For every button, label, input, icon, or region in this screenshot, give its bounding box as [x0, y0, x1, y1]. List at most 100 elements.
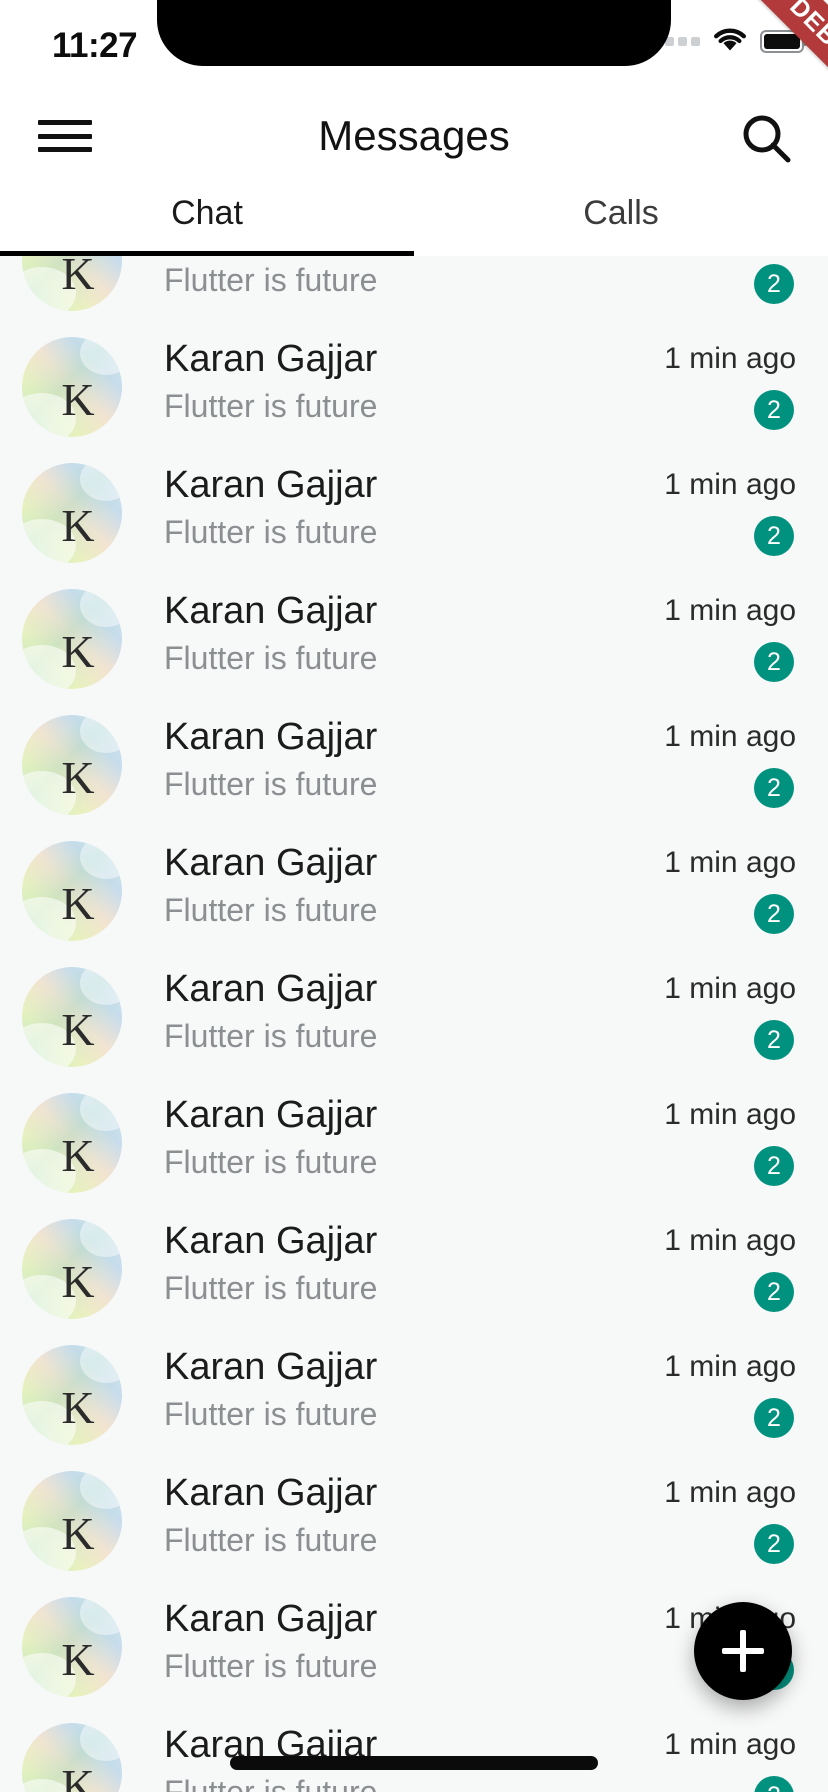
contact-name: Karan Gajjar [164, 1472, 378, 1514]
message-timestamp: 1 min ago [664, 342, 796, 375]
last-message: Flutter is future [164, 892, 378, 928]
message-timestamp: 1 min ago [664, 1098, 796, 1131]
last-message: Flutter is future [164, 262, 378, 298]
unread-badge: 2 [754, 516, 794, 556]
avatar[interactable]: K [22, 1471, 122, 1571]
unread-badge: 2 [754, 1524, 794, 1564]
avatar[interactable]: K [22, 967, 122, 1067]
contact-name: Karan Gajjar [164, 1346, 378, 1388]
chat-list-item[interactable]: K Karan Gajjar Flutter is future 1 min ago 2 [0, 1332, 828, 1458]
last-message: Flutter is future [164, 1522, 378, 1558]
unread-badge: 2 [754, 894, 794, 934]
avatar[interactable]: K [22, 463, 122, 563]
device-notch [157, 0, 671, 66]
contact-name: Karan Gajjar [164, 590, 378, 632]
contact-name: Karan Gajjar [164, 464, 378, 506]
battery-icon [760, 29, 807, 53]
contact-name: Karan Gajjar [164, 1094, 378, 1136]
message-timestamp: 1 min ago [664, 1476, 796, 1509]
avatar-letter: K [61, 256, 95, 299]
avatar[interactable]: K [22, 337, 122, 437]
status-time: 11:27 [52, 26, 138, 65]
search-icon[interactable] [738, 110, 794, 166]
new-chat-fab[interactable] [694, 1602, 792, 1700]
contact-name: Karan Gajjar [164, 1220, 378, 1262]
chat-list-item[interactable]: K Karan Gajjar Flutter is future 1 min ago 2 [0, 1458, 828, 1584]
unread-badge: 2 [754, 1776, 794, 1792]
last-message: Flutter is future [164, 1396, 378, 1432]
message-timestamp: 1 min ago [664, 1350, 796, 1383]
avatar-letter: K [61, 373, 95, 425]
contact-name: Karan Gajjar [164, 1598, 378, 1640]
last-message: Flutter is future [164, 1018, 378, 1054]
avatar-letter: K [61, 1759, 95, 1792]
chat-list-item[interactable]: KKaran GajjarFlutter is future1 min ago2 [0, 576, 828, 702]
avatar-letter: K [61, 1507, 95, 1559]
chat-list-inner: K Karan Gajjar Flutter is future 1 min ago 2… [0, 256, 828, 1792]
message-timestamp: 1 min ago [664, 1728, 796, 1761]
chat-list-item[interactable]: KKaran GajjarFlutter is future1 min ago2 [0, 324, 828, 450]
avatar-letter: K [61, 1129, 95, 1181]
avatar[interactable]: K [22, 589, 122, 689]
avatar[interactable]: K [22, 256, 122, 311]
avatar-letter: K [61, 751, 95, 803]
contact-name: Karan Gajjar [164, 968, 378, 1010]
avatar-letter: K [61, 877, 95, 929]
chat-list-item[interactable]: K Karan Gajjar Flutter is future 1 min ago 2 [0, 450, 828, 576]
unread-badge: 2 [754, 264, 794, 304]
page-title: Messages [318, 112, 510, 159]
chat-list[interactable]: K Karan Gajjar Flutter is future 1 min ago 2… [0, 256, 828, 1792]
tab-chat-label: Chat [171, 194, 243, 232]
message-timestamp: 1 min ago [664, 972, 796, 1005]
app-bar: Messages [0, 88, 828, 184]
unread-badge: 2 [754, 1146, 794, 1186]
avatar-letter: K [61, 1003, 95, 1055]
unread-badge: 2 [754, 768, 794, 808]
phone-screen: K Karan Gajjar Flutter is future 1 min ago 2… [0, 0, 828, 1792]
chat-list-item[interactable]: K Karan Gajjar Flutter is future 1 min ago 2 [0, 702, 828, 828]
message-timestamp: 1 min ago [664, 720, 796, 753]
chat-list-item[interactable]: K Karan Gajjar Flutter is future 1 min ago 2 [0, 1080, 828, 1206]
tab-bar: Chat Calls [0, 184, 828, 256]
tab-indicator [0, 251, 414, 256]
home-indicator[interactable] [230, 1756, 598, 1770]
avatar-letter: K [61, 625, 95, 677]
last-message: Flutter is future [164, 1144, 378, 1180]
avatar-letter: K [61, 1381, 95, 1433]
tab-chat[interactable]: Chat [0, 184, 414, 256]
avatar[interactable]: K [22, 1093, 122, 1193]
avatar[interactable]: K [22, 1723, 122, 1792]
last-message: Flutter is future [164, 640, 378, 676]
status-icons [652, 28, 807, 54]
last-message: Flutter is future [164, 1774, 378, 1792]
unread-badge: 2 [754, 390, 794, 430]
last-message: Flutter is future [164, 1648, 378, 1684]
last-message: Flutter is future [164, 514, 378, 550]
avatar[interactable]: K [22, 1345, 122, 1445]
tab-calls[interactable]: Calls [414, 184, 828, 256]
wifi-icon [713, 28, 747, 54]
avatar[interactable]: K [22, 1219, 122, 1319]
chat-list-item[interactable]: KKaran GajjarFlutter is future1 min ago2 [0, 1206, 828, 1332]
avatar-letter: K [61, 1633, 95, 1685]
last-message: Flutter is future [164, 766, 378, 802]
unread-badge: 2 [754, 1020, 794, 1060]
avatar[interactable]: K [22, 841, 122, 941]
tab-calls-label: Calls [583, 194, 659, 232]
unread-badge: 2 [754, 1398, 794, 1438]
contact-name: Karan Gajjar [164, 338, 378, 380]
chat-list-item[interactable]: K Karan Gajjar Flutter is future 1 min ago 2 [0, 828, 828, 954]
avatar[interactable]: K [22, 1597, 122, 1697]
chat-list-item[interactable]: KKaran GajjarFlutter is future1 min ago2 [0, 256, 828, 324]
message-timestamp: 1 min ago [664, 846, 796, 879]
contact-name: Karan Gajjar [164, 716, 378, 758]
avatar-letter: K [61, 1255, 95, 1307]
message-timestamp: 1 min ago [664, 468, 796, 501]
last-message: Flutter is future [164, 1270, 378, 1306]
chat-list-item[interactable]: KKaran GajjarFlutter is future1 min ago2 [0, 1710, 828, 1792]
contact-name: Karan Gajjar [164, 842, 378, 884]
chat-list-item[interactable]: K Karan Gajjar Flutter is future 1 min ago 2 [0, 954, 828, 1080]
message-timestamp: 1 min ago [664, 1224, 796, 1257]
message-timestamp: 1 min ago [664, 594, 796, 627]
avatar[interactable]: K [22, 715, 122, 815]
